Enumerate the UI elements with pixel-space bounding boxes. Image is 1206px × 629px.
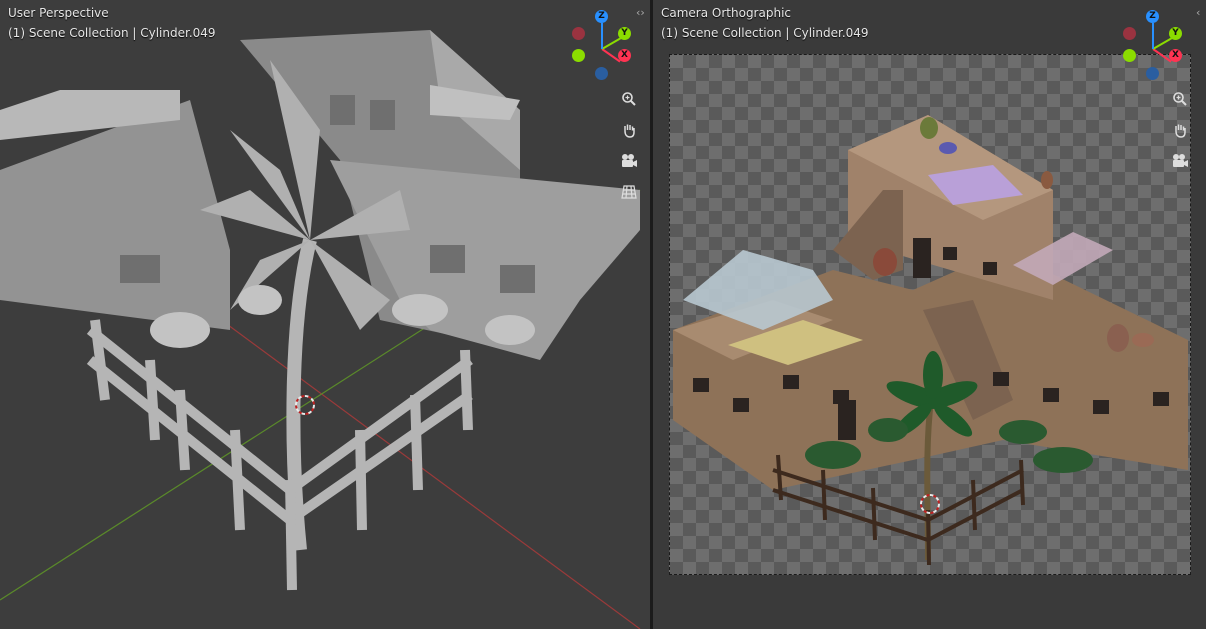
gizmo-neg-x-handle-camera[interactable]	[1123, 27, 1136, 40]
region-toggle-camera[interactable]: ‹	[1196, 6, 1200, 19]
fence	[86, 319, 473, 591]
gizmo-z-handle[interactable]: Z	[595, 10, 608, 23]
hand-pan-icon[interactable]	[616, 117, 642, 143]
gizmo-y-axis-camera	[1152, 37, 1173, 50]
viewport-header-text-camera: Camera Orthographic (1) Scene Collection…	[661, 3, 869, 43]
gizmo-x-handle[interactable]: X	[618, 49, 631, 62]
view-name-camera: Camera Orthographic	[661, 6, 791, 20]
gizmo-neg-z-handle-camera[interactable]	[1146, 67, 1159, 80]
gizmo-neg-z-handle[interactable]	[595, 67, 608, 80]
gizmo-z-axis	[601, 23, 603, 49]
gizmo-y-handle-camera[interactable]: Y	[1169, 27, 1182, 40]
navigation-gizmo-camera[interactable]: Z Y X	[1123, 8, 1185, 80]
zoom-icon[interactable]	[616, 86, 642, 112]
grid-icon[interactable]	[616, 179, 642, 205]
collection-info-camera: (1) Scene Collection | Cylinder.049	[661, 26, 869, 40]
viewport-scene-rendered	[673, 115, 1188, 566]
zoom-icon[interactable]	[1167, 86, 1193, 112]
gizmo-z-axis-camera	[1152, 23, 1154, 49]
viewport-user-perspective[interactable]: User Perspective (1) Scene Collection | …	[0, 0, 650, 629]
gizmo-x-handle-camera[interactable]: X	[1169, 49, 1182, 62]
viewport-header-text: User Perspective (1) Scene Collection | …	[8, 3, 216, 43]
gizmo-z-handle-camera[interactable]: Z	[1146, 10, 1159, 23]
gizmo-neg-y-handle-camera[interactable]	[1123, 49, 1136, 62]
viewport-scene-solid	[0, 30, 641, 629]
view-name: User Perspective	[8, 6, 109, 20]
hand-pan-icon[interactable]	[1167, 117, 1193, 143]
navigation-gizmo[interactable]: Z Y X	[572, 8, 634, 80]
viewport-camera-orthographic[interactable]: Camera Orthographic (1) Scene Collection…	[653, 0, 1206, 629]
collection-info: (1) Scene Collection | Cylinder.049	[8, 26, 216, 40]
gizmo-neg-x-handle[interactable]	[572, 27, 585, 40]
gizmo-y-handle[interactable]: Y	[618, 27, 631, 40]
gizmo-neg-y-handle[interactable]	[572, 49, 585, 62]
gizmo-y-axis	[601, 37, 622, 50]
camera-icon[interactable]	[1167, 148, 1193, 174]
camera-icon[interactable]	[616, 148, 642, 174]
region-toggle[interactable]: ‹›	[636, 6, 645, 19]
